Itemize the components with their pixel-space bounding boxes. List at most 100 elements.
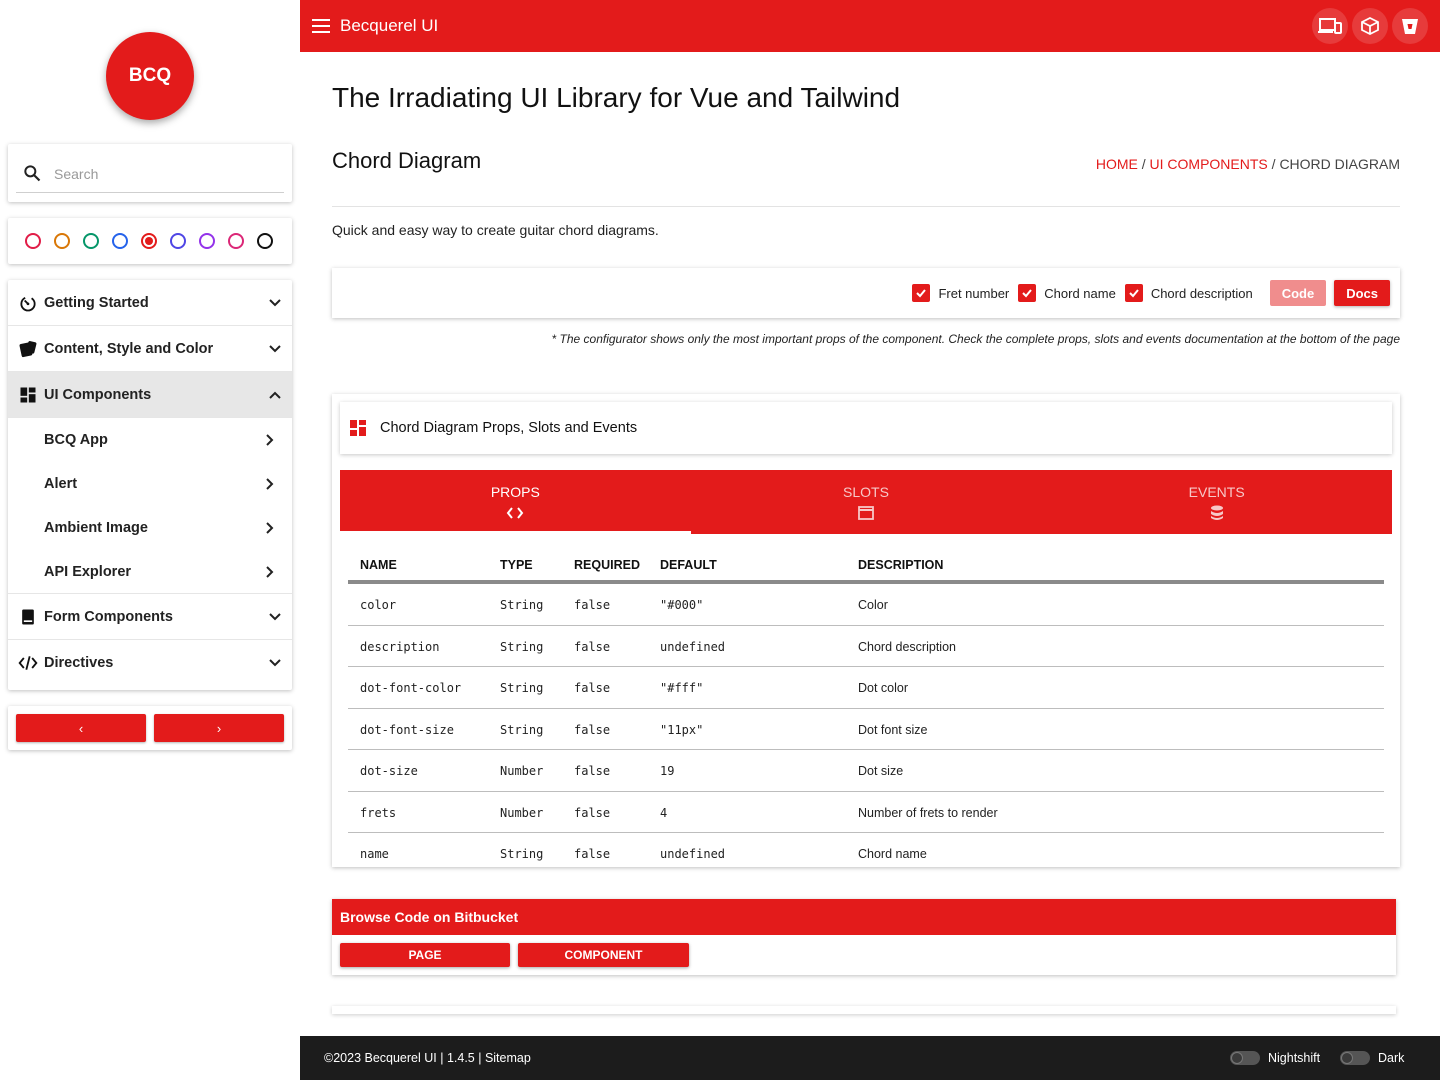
nav-getting-started[interactable]: Getting Started [8,280,292,326]
table-header: NAME TYPE REQUIRED DEFAULT DESCRIPTION [348,546,1384,584]
search-input[interactable] [54,160,284,188]
browse-code-title: Browse Code on Bitbucket [332,899,1396,935]
table-cell: undefined [660,847,726,861]
checkbox-checked-icon [1124,284,1143,302]
nav-form-components[interactable]: Form Components [8,594,292,640]
checkbox-label: Fret number [938,285,1010,301]
tab-label: PROPS [490,484,540,500]
page-code-button[interactable]: PAGE [340,943,510,967]
chord-description-checkbox[interactable]: Chord description [1124,284,1253,302]
footer-copyright: ©2023 Becquerel UI | 1.4.5 | Sitemap [324,1051,531,1065]
table-cell: false [574,764,611,778]
timer-icon [20,296,36,312]
column-header: NAME [360,558,397,572]
breadcrumb-home[interactable]: HOME [1096,156,1138,172]
tab-slots[interactable]: SLOTS [691,470,1042,534]
chevron-down-icon [269,659,281,667]
table-cell: Number [500,764,544,778]
chord-name-checkbox[interactable]: Chord name [1018,284,1116,302]
tab-events[interactable]: EVENTS [1041,470,1392,534]
table-row: color String false "#000" Color [348,584,1384,626]
toggle-knob [1341,1052,1353,1064]
table-row: name String false undefined Chord name [348,833,1384,867]
menu-icon[interactable] [312,18,330,34]
bcq-logo[interactable]: BCQ [106,32,194,120]
chevron-right-icon [266,434,274,446]
nav-sub-alert[interactable]: Alert [8,462,292,506]
footer: ©2023 Becquerel UI | 1.4.5 | Sitemap Nig… [300,1036,1440,1080]
code-brackets-icon [507,507,524,519]
tab-props[interactable]: PROPS [340,470,691,534]
navigation-menu: Getting Started Content, Style and Color… [8,280,292,690]
chevron-down-icon [269,299,281,307]
nav-sub-label: API Explorer [44,563,132,580]
table-cell: "#000" [660,598,704,612]
nightshift-toggle[interactable]: Nightshift [1230,1051,1320,1065]
fret-number-checkbox[interactable]: Fret number [912,284,1009,302]
configurator-controls: Fret number Chord name Chord description… [912,280,1390,306]
cards-icon [19,341,37,358]
table-cell: "11px" [660,722,704,737]
color-swatch-blue[interactable] [112,233,128,249]
dashboard-icon [350,420,366,436]
checkbox-checked-icon [912,284,931,302]
table-body: color String false "#000" Color description St… [348,584,1384,867]
color-swatch-red[interactable] [141,233,157,249]
component-code-button[interactable]: COMPONENT [518,943,689,967]
table-cell: undefined [660,639,726,654]
search-card [8,144,292,202]
table-cell: "#fff" [660,681,704,695]
color-swatch-black[interactable] [257,233,273,249]
nav-label: Content, Style and Color [44,340,214,357]
nav-content-style-color[interactable]: Content, Style and Color [8,326,292,372]
configurator-note: * The configurator shows only the most i… [551,332,1400,346]
package-icon [1361,16,1379,36]
nav-sub-bcq-app[interactable]: BCQ App [8,418,292,462]
color-swatch-rose[interactable] [25,233,41,249]
book-icon [22,609,34,625]
bitbucket-button[interactable] [1392,8,1428,44]
breadcrumb-ui-components[interactable]: UI COMPONENTS [1150,156,1268,172]
docs-button[interactable]: Docs [1334,280,1390,306]
bitbucket-icon [1402,19,1418,34]
page-heading: The Irradiating UI Library for Vue and T… [332,82,901,113]
table-cell: Dot font size [858,722,928,737]
chevron-right-icon [266,566,274,578]
nav-sub-ambient-image[interactable]: Ambient Image [8,506,292,550]
color-swatch-amber[interactable] [54,233,70,249]
color-swatch-pink[interactable] [228,233,244,249]
table-cell: frets [360,805,397,820]
code-icon [18,656,38,670]
table-cell: String [500,847,544,861]
previous-page-button[interactable]: ‹ [16,714,146,742]
nav-sub-api-explorer[interactable]: API Explorer [8,550,292,594]
nav-ui-components[interactable]: UI Components [8,372,292,418]
chevron-right-icon [266,478,274,490]
next-page-button[interactable]: › [154,714,284,742]
color-swatch-emerald[interactable] [83,233,99,249]
color-swatch-purple[interactable] [199,233,215,249]
table-cell: false [574,639,611,654]
dashboard-icon [20,387,36,403]
devices-button[interactable] [1312,8,1348,44]
nav-directives[interactable]: Directives [8,640,292,686]
devices-icon [1318,18,1342,34]
table-cell: description [360,639,440,654]
code-button[interactable]: Code [1269,280,1327,306]
toggle-label: Nightshift [1268,1051,1321,1065]
search-underline [16,192,284,193]
props-panel-header: Chord Diagram Props, Slots and Events [340,402,1392,454]
breadcrumb-current: CHORD DIAGRAM [1279,156,1400,172]
pager-card: ‹ › [8,706,292,750]
color-picker [8,218,292,264]
tab-label: SLOTS [843,484,889,500]
color-swatch-indigo[interactable] [170,233,186,249]
checkbox-checked-icon [1018,284,1037,302]
props-table: NAME TYPE REQUIRED DEFAULT DESCRIPTION c… [348,546,1384,867]
toggle-label: Dark [1378,1051,1405,1065]
package-button[interactable] [1352,8,1388,44]
props-tabs: PROPS SLOTS EVENTS [340,470,1392,534]
chevron-down-icon [269,613,281,621]
chevron-up-icon [269,391,281,399]
dark-toggle[interactable]: Dark [1340,1051,1404,1065]
